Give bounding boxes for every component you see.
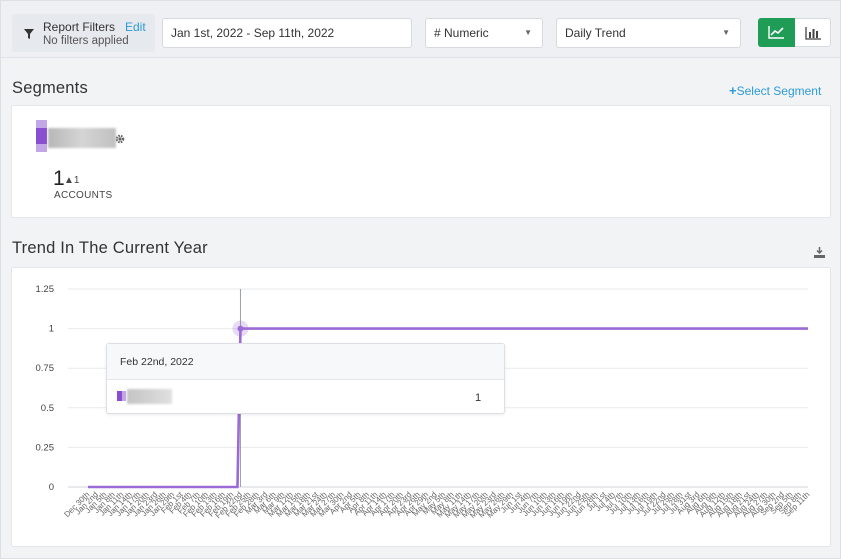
y-tick-label: 1 bbox=[49, 324, 54, 335]
line-chart-icon bbox=[768, 26, 784, 39]
line-chart-toggle[interactable] bbox=[758, 18, 795, 47]
segments-title: Segments bbox=[12, 79, 88, 97]
segment-delta-value: 1 bbox=[73, 175, 80, 186]
tooltip-header: Feb 22nd, 2022 bbox=[107, 344, 504, 380]
segment-count-delta: ▲1 bbox=[64, 175, 79, 186]
report-filters-label: Report Filters bbox=[43, 20, 116, 34]
y-tick-label: 0.25 bbox=[36, 442, 55, 453]
edit-filters-link[interactable]: Edit bbox=[125, 20, 146, 34]
funnel-icon bbox=[24, 29, 34, 39]
gear-icon[interactable] bbox=[115, 134, 125, 144]
metric-select-value: # Numeric bbox=[434, 26, 489, 40]
y-tick-label: 0.5 bbox=[41, 403, 54, 414]
caret-up-icon: ▲ bbox=[64, 175, 74, 186]
trend-title: Trend In The Current Year bbox=[12, 239, 208, 257]
bar-chart-toggle[interactable] bbox=[795, 18, 831, 47]
tooltip-date: Feb 22nd, 2022 bbox=[120, 356, 194, 368]
date-range-field[interactable]: Jan 1st, 2022 - Sep 11th, 2022 bbox=[162, 18, 412, 48]
segments-panel: 1 ▲1 ACCOUNTS bbox=[11, 105, 831, 218]
y-tick-label: 1.25 bbox=[36, 284, 55, 295]
bar-chart-icon bbox=[805, 27, 821, 40]
data-point bbox=[237, 325, 244, 332]
tooltip-series-swatch-light bbox=[122, 391, 126, 401]
date-range-value: Jan 1st, 2022 - Sep 11th, 2022 bbox=[171, 26, 335, 40]
metric-select[interactable]: # Numeric ▼ bbox=[425, 18, 543, 48]
y-tick-label: 0 bbox=[49, 482, 54, 493]
plus-icon: + bbox=[729, 83, 737, 98]
tooltip-value: 1 bbox=[475, 392, 482, 404]
tooltip-series-name-redacted bbox=[127, 389, 172, 404]
chevron-down-icon: ▼ bbox=[722, 28, 730, 37]
filter-bar: Report Filters Edit No filters applied J… bbox=[1, 1, 840, 58]
report-filters-box[interactable]: Report Filters Edit No filters applied bbox=[12, 14, 155, 52]
view-select[interactable]: Daily Trend ▼ bbox=[556, 18, 741, 48]
segment-name-redacted bbox=[48, 128, 116, 148]
filters-status: No filters applied bbox=[43, 35, 129, 47]
download-icon[interactable] bbox=[814, 247, 825, 258]
segment-color-swatch-inner bbox=[36, 128, 47, 144]
segment-unit-label: ACCOUNTS bbox=[54, 190, 113, 201]
segment-account-count: 1 bbox=[53, 167, 65, 190]
chart-tooltip: Feb 22nd, 2022 1 bbox=[106, 343, 505, 414]
y-tick-label: 0.75 bbox=[36, 363, 55, 374]
select-segment-label: Select Segment bbox=[736, 84, 822, 98]
select-segment-button[interactable]: +Select Segment bbox=[729, 83, 821, 98]
view-select-value: Daily Trend bbox=[565, 26, 626, 40]
chevron-down-icon: ▼ bbox=[524, 28, 532, 37]
